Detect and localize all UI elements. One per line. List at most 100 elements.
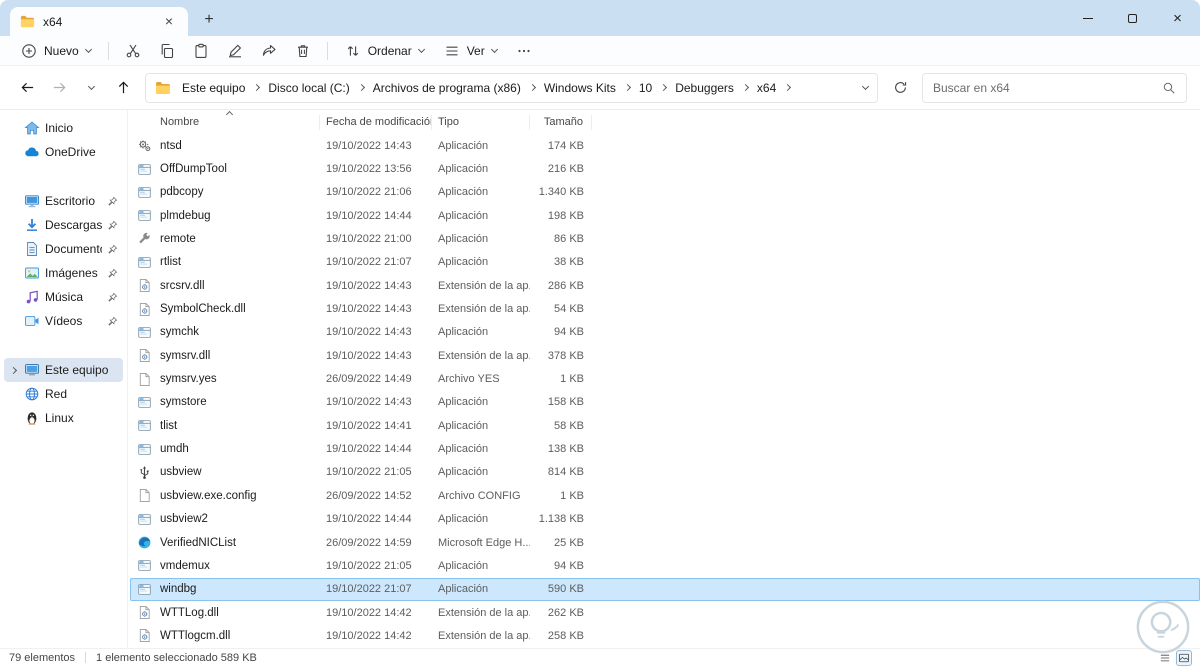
view-button[interactable]: Ver: [435, 37, 506, 65]
table-row[interactable]: symsrv.dll 19/10/2022 14:43 Extensión de…: [130, 344, 1200, 367]
new-button[interactable]: Nuevo: [12, 37, 100, 65]
column-header-tipo[interactable]: Tipo: [432, 115, 530, 130]
file-name-cell: VerifiedNICList: [130, 535, 320, 550]
sidebar-item-descargas[interactable]: Descargas: [4, 213, 123, 237]
table-row[interactable]: WTTlogcm.dll 19/10/2022 14:42 Extensión …: [130, 624, 1200, 647]
pin-icon: [107, 219, 119, 231]
copy-button[interactable]: [151, 37, 183, 65]
breadcrumb-separator-icon[interactable]: [660, 83, 668, 92]
forward-button[interactable]: [45, 74, 73, 102]
sidebar-item-documentos[interactable]: Documentos: [4, 237, 123, 261]
table-row[interactable]: OffDumpTool 19/10/2022 13:56 Aplicación …: [130, 157, 1200, 180]
sidebar-item-escritorio[interactable]: Escritorio: [4, 189, 123, 213]
address-bar[interactable]: Este equipo Disco local (C:) Archivos de p…: [145, 72, 878, 103]
table-row[interactable]: umdh 19/10/2022 14:44 Aplicación 138 KB: [130, 437, 1200, 460]
table-row[interactable]: windbg 19/10/2022 21:07 Aplicación 590 K…: [130, 577, 1200, 601]
table-row[interactable]: symsrv.yes 26/09/2022 14:49 Archivo YES …: [130, 367, 1200, 390]
file-name: ntsd: [160, 139, 182, 152]
maximize-button[interactable]: [1110, 0, 1155, 36]
file-size: 1 KB: [560, 373, 584, 386]
file-name-cell: SymbolCheck.dll: [130, 302, 320, 317]
search-box[interactable]: Buscar en x64: [922, 72, 1187, 103]
file-name-cell: symsrv.dll: [130, 348, 320, 363]
refresh-button[interactable]: [886, 74, 914, 102]
linux-icon: [24, 410, 40, 426]
more-options-button[interactable]: [508, 37, 540, 65]
share-button[interactable]: [253, 37, 285, 65]
minimize-button[interactable]: [1065, 0, 1110, 36]
file-name: SymbolCheck.dll: [160, 303, 246, 316]
breadcrumb-separator-icon[interactable]: [357, 83, 365, 92]
sidebar-item-música[interactable]: Música: [4, 285, 123, 309]
breadcrumb-item[interactable]: Archivos de programa (x86): [368, 78, 526, 98]
file-size: 216 KB: [547, 163, 584, 176]
table-row[interactable]: symchk 19/10/2022 14:43 Aplicación 94 KB: [130, 321, 1200, 344]
breadcrumb-separator-icon[interactable]: [741, 83, 749, 92]
dll-icon: [137, 302, 152, 317]
table-row[interactable]: rtlist 19/10/2022 21:07 Aplicación 38 KB: [130, 251, 1200, 274]
table-row[interactable]: pdbcopy 19/10/2022 21:06 Aplicación 1.34…: [130, 181, 1200, 204]
tab-x64[interactable]: x64 ×: [10, 7, 188, 36]
file-type: Microsoft Edge H...: [438, 536, 530, 549]
chevron-slot: [8, 416, 19, 421]
delete-button[interactable]: [287, 37, 319, 65]
breadcrumb-item[interactable]: x64: [752, 78, 781, 98]
back-button[interactable]: [13, 74, 41, 102]
breadcrumb-item[interactable]: Debuggers: [670, 78, 739, 98]
table-row[interactable]: tlist 19/10/2022 14:41 Aplicación 58 KB: [130, 414, 1200, 437]
table-row[interactable]: VerifiedNICList 26/09/2022 14:59 Microso…: [130, 531, 1200, 554]
table-row[interactable]: ntsd 19/10/2022 14:43 Aplicación 174 KB: [130, 134, 1200, 157]
cut-icon: [125, 43, 141, 59]
cut-button[interactable]: [117, 37, 149, 65]
recent-locations-button[interactable]: [77, 74, 105, 102]
app-icon: [137, 162, 152, 177]
arrow-left-icon: [20, 80, 35, 95]
table-row[interactable]: SymbolCheck.dll 19/10/2022 14:43 Extensi…: [130, 297, 1200, 320]
breadcrumb-item[interactable]: Disco local (C:): [263, 78, 354, 98]
file-size: 94 KB: [554, 326, 584, 339]
chevron-right-icon[interactable]: [9, 366, 18, 374]
address-dropdown-icon[interactable]: [861, 82, 870, 90]
breadcrumb-separator-icon[interactable]: [528, 83, 536, 92]
breadcrumb-separator-icon[interactable]: [784, 83, 792, 92]
table-row[interactable]: usbview.exe.config 26/09/2022 14:52 Arch…: [130, 484, 1200, 507]
tab-close-icon[interactable]: ×: [160, 13, 178, 31]
sidebar-item-inicio[interactable]: Inicio: [4, 116, 123, 140]
sidebar-item-onedrive[interactable]: OneDrive: [4, 140, 123, 164]
paste-button[interactable]: [185, 37, 217, 65]
command-bar: Nuevo Ordenar Ver: [0, 36, 1200, 66]
app-icon: [137, 208, 152, 223]
sidebar-item-linux[interactable]: Linux: [4, 406, 123, 430]
file-date: 19/10/2022 14:43: [326, 326, 412, 339]
column-header-tamano[interactable]: Tamaño: [530, 115, 592, 130]
table-row[interactable]: WTTLog.dll 19/10/2022 14:42 Extensión de…: [130, 601, 1200, 624]
new-tab-button[interactable]: +: [196, 7, 222, 33]
file-name: symchk: [160, 326, 199, 339]
breadcrumb-item[interactable]: Windows Kits: [539, 78, 621, 98]
close-button[interactable]: ×: [1155, 0, 1200, 36]
up-button[interactable]: [109, 74, 137, 102]
table-row[interactable]: usbview2 19/10/2022 14:44 Aplicación 1.1…: [130, 508, 1200, 531]
file-date: 19/10/2022 14:44: [326, 209, 412, 222]
breadcrumb-item[interactable]: Este equipo: [177, 78, 250, 98]
rename-button[interactable]: [219, 37, 251, 65]
column-header-nombre[interactable]: Nombre: [130, 115, 320, 130]
toolbar-divider: [107, 41, 109, 60]
table-row[interactable]: vmdemux 19/10/2022 21:05 Aplicación 94 K…: [130, 554, 1200, 577]
table-row[interactable]: plmdebug 19/10/2022 14:44 Aplicación 198…: [130, 204, 1200, 227]
table-row[interactable]: remote 19/10/2022 21:00 Aplicación 86 KB: [130, 227, 1200, 250]
table-row[interactable]: srcsrv.dll 19/10/2022 14:43 Extensión de…: [130, 274, 1200, 297]
sort-button-label: Ordenar: [367, 43, 412, 58]
column-header-fecha[interactable]: Fecha de modificación: [320, 115, 432, 130]
sidebar-item-este-equipo[interactable]: Este equipo: [4, 358, 123, 382]
sidebar-item-red[interactable]: Red: [4, 382, 123, 406]
table-row[interactable]: usbview 19/10/2022 21:05 Aplicación 814 …: [130, 461, 1200, 484]
sidebar-item-imágenes[interactable]: Imágenes: [4, 261, 123, 285]
file-name-cell: symsrv.yes: [130, 372, 320, 387]
sort-button[interactable]: Ordenar: [336, 37, 433, 65]
breadcrumb-item[interactable]: 10: [634, 78, 657, 98]
breadcrumb-separator-icon[interactable]: [253, 83, 261, 92]
sidebar-item-vídeos[interactable]: Vídeos: [4, 309, 123, 333]
table-row[interactable]: symstore 19/10/2022 14:43 Aplicación 158…: [130, 391, 1200, 414]
breadcrumb-separator-icon[interactable]: [623, 83, 631, 92]
